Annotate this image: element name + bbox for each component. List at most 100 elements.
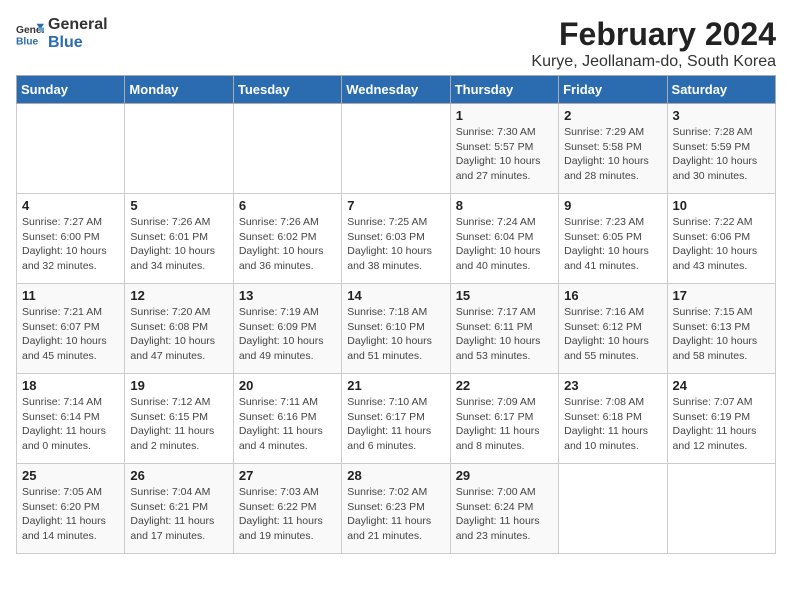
calendar-day-header: Friday (559, 76, 667, 104)
calendar-day-header: Sunday (17, 76, 125, 104)
day-info: Sunrise: 7:28 AM Sunset: 5:59 PM Dayligh… (673, 125, 770, 184)
day-info: Sunrise: 7:07 AM Sunset: 6:19 PM Dayligh… (673, 395, 770, 454)
calendar-cell: 29 Sunrise: 7:00 AM Sunset: 6:24 PM Dayli… (450, 464, 558, 554)
calendar-cell: 20 Sunrise: 7:11 AM Sunset: 6:16 PM Dayli… (233, 374, 341, 464)
day-number: 14 (347, 288, 444, 303)
day-info: Sunrise: 7:22 AM Sunset: 6:06 PM Dayligh… (673, 215, 770, 274)
day-number: 17 (673, 288, 770, 303)
logo-icon: General Blue (16, 20, 44, 48)
calendar-cell: 23 Sunrise: 7:08 AM Sunset: 6:18 PM Dayli… (559, 374, 667, 464)
day-info: Sunrise: 7:19 AM Sunset: 6:09 PM Dayligh… (239, 305, 336, 364)
day-info: Sunrise: 7:26 AM Sunset: 6:01 PM Dayligh… (130, 215, 227, 274)
calendar-cell: 8 Sunrise: 7:24 AM Sunset: 6:04 PM Daylig… (450, 194, 558, 284)
calendar-cell: 15Sunrise: 7:17 AM Sunset: 6:11 PM Dayli… (450, 284, 558, 374)
day-number: 16 (564, 288, 661, 303)
calendar-day-header: Thursday (450, 76, 558, 104)
calendar-cell: 24 Sunrise: 7:07 AM Sunset: 6:19 PM Dayli… (667, 374, 775, 464)
calendar-cell: 3 Sunrise: 7:28 AM Sunset: 5:59 PM Daylig… (667, 104, 775, 194)
day-number: 1 (456, 108, 553, 123)
day-number: 2 (564, 108, 661, 123)
title-area: February 2024 Kurye, Jeollanam-do, South… (531, 16, 776, 71)
page-header: General Blue General Blue February 2024 … (16, 16, 776, 71)
svg-text:Blue: Blue (16, 36, 39, 47)
day-number: 20 (239, 378, 336, 393)
day-number: 29 (456, 468, 553, 483)
day-info: Sunrise: 7:29 AM Sunset: 5:58 PM Dayligh… (564, 125, 661, 184)
calendar-week-row: 1 Sunrise: 7:30 AM Sunset: 5:57 PM Daylig… (17, 104, 776, 194)
calendar-cell: 22 Sunrise: 7:09 AM Sunset: 6:17 PM Dayli… (450, 374, 558, 464)
day-number: 24 (673, 378, 770, 393)
day-info: Sunrise: 7:21 AM Sunset: 6:07 PM Dayligh… (22, 305, 119, 364)
day-info: Sunrise: 7:11 AM Sunset: 6:16 PM Dayligh… (239, 395, 336, 454)
day-number: 5 (130, 198, 227, 213)
day-info: Sunrise: 7:08 AM Sunset: 6:18 PM Dayligh… (564, 395, 661, 454)
day-number: 7 (347, 198, 444, 213)
day-info: Sunrise: 7:09 AM Sunset: 6:17 PM Dayligh… (456, 395, 553, 454)
day-info: Sunrise: 7:26 AM Sunset: 6:02 PM Dayligh… (239, 215, 336, 274)
day-info: Sunrise: 7:00 AM Sunset: 6:24 PM Dayligh… (456, 485, 553, 544)
calendar-table: SundayMondayTuesdayWednesdayThursdayFrid… (16, 75, 776, 554)
day-number: 21 (347, 378, 444, 393)
day-info: Sunrise: 7:05 AM Sunset: 6:20 PM Dayligh… (22, 485, 119, 544)
calendar-cell (17, 104, 125, 194)
calendar-day-header: Tuesday (233, 76, 341, 104)
calendar-cell: 16 Sunrise: 7:16 AM Sunset: 6:12 PM Dayli… (559, 284, 667, 374)
calendar-cell (559, 464, 667, 554)
calendar-cell: 6Sunrise: 7:26 AM Sunset: 6:02 PM Daylig… (233, 194, 341, 284)
day-number: 26 (130, 468, 227, 483)
calendar-cell: 17 Sunrise: 7:15 AM Sunset: 6:13 PM Dayli… (667, 284, 775, 374)
calendar-cell: 5 Sunrise: 7:26 AM Sunset: 6:01 PM Daylig… (125, 194, 233, 284)
day-number: 8 (456, 198, 553, 213)
day-number: 10 (673, 198, 770, 213)
calendar-day-header: Wednesday (342, 76, 450, 104)
calendar-week-row: 25Sunrise: 7:05 AM Sunset: 6:20 PM Dayli… (17, 464, 776, 554)
calendar-cell: 19Sunrise: 7:12 AM Sunset: 6:15 PM Dayli… (125, 374, 233, 464)
calendar-week-row: 18 Sunrise: 7:14 AM Sunset: 6:14 PM Dayli… (17, 374, 776, 464)
day-info: Sunrise: 7:25 AM Sunset: 6:03 PM Dayligh… (347, 215, 444, 274)
day-info: Sunrise: 7:30 AM Sunset: 5:57 PM Dayligh… (456, 125, 553, 184)
logo: General Blue General Blue (16, 16, 108, 51)
day-number: 3 (673, 108, 770, 123)
day-number: 15 (456, 288, 553, 303)
calendar-cell (667, 464, 775, 554)
calendar-cell: 14 Sunrise: 7:18 AM Sunset: 6:10 PM Dayli… (342, 284, 450, 374)
day-number: 13 (239, 288, 336, 303)
month-title: February 2024 (531, 16, 776, 53)
day-number: 11 (22, 288, 119, 303)
day-number: 12 (130, 288, 227, 303)
calendar-cell: 11 Sunrise: 7:21 AM Sunset: 6:07 PM Dayli… (17, 284, 125, 374)
calendar-cell: 26Sunrise: 7:04 AM Sunset: 6:21 PM Dayli… (125, 464, 233, 554)
day-number: 19 (130, 378, 227, 393)
logo-line2: Blue (48, 34, 108, 52)
day-number: 23 (564, 378, 661, 393)
calendar-week-row: 4Sunrise: 7:27 AM Sunset: 6:00 PM Daylig… (17, 194, 776, 284)
calendar-day-header: Saturday (667, 76, 775, 104)
calendar-cell (125, 104, 233, 194)
calendar-cell: 21Sunrise: 7:10 AM Sunset: 6:17 PM Dayli… (342, 374, 450, 464)
calendar-cell (342, 104, 450, 194)
day-info: Sunrise: 7:15 AM Sunset: 6:13 PM Dayligh… (673, 305, 770, 364)
calendar-cell: 10 Sunrise: 7:22 AM Sunset: 6:06 PM Dayli… (667, 194, 775, 284)
calendar-cell: 12Sunrise: 7:20 AM Sunset: 6:08 PM Dayli… (125, 284, 233, 374)
calendar-cell: 27Sunrise: 7:03 AM Sunset: 6:22 PM Dayli… (233, 464, 341, 554)
calendar-cell: 2 Sunrise: 7:29 AM Sunset: 5:58 PM Daylig… (559, 104, 667, 194)
calendar-cell (233, 104, 341, 194)
day-number: 22 (456, 378, 553, 393)
calendar-header-row: SundayMondayTuesdayWednesdayThursdayFrid… (17, 76, 776, 104)
calendar-cell: 1 Sunrise: 7:30 AM Sunset: 5:57 PM Daylig… (450, 104, 558, 194)
day-info: Sunrise: 7:24 AM Sunset: 6:04 PM Dayligh… (456, 215, 553, 274)
calendar-cell: 7 Sunrise: 7:25 AM Sunset: 6:03 PM Daylig… (342, 194, 450, 284)
day-number: 28 (347, 468, 444, 483)
day-number: 27 (239, 468, 336, 483)
calendar-cell: 4Sunrise: 7:27 AM Sunset: 6:00 PM Daylig… (17, 194, 125, 284)
day-info: Sunrise: 7:18 AM Sunset: 6:10 PM Dayligh… (347, 305, 444, 364)
calendar-cell: 13 Sunrise: 7:19 AM Sunset: 6:09 PM Dayli… (233, 284, 341, 374)
calendar-cell: 25Sunrise: 7:05 AM Sunset: 6:20 PM Dayli… (17, 464, 125, 554)
day-number: 18 (22, 378, 119, 393)
calendar-week-row: 11 Sunrise: 7:21 AM Sunset: 6:07 PM Dayli… (17, 284, 776, 374)
calendar-day-header: Monday (125, 76, 233, 104)
day-info: Sunrise: 7:14 AM Sunset: 6:14 PM Dayligh… (22, 395, 119, 454)
day-info: Sunrise: 7:16 AM Sunset: 6:12 PM Dayligh… (564, 305, 661, 364)
calendar-cell: 28Sunrise: 7:02 AM Sunset: 6:23 PM Dayli… (342, 464, 450, 554)
day-number: 9 (564, 198, 661, 213)
